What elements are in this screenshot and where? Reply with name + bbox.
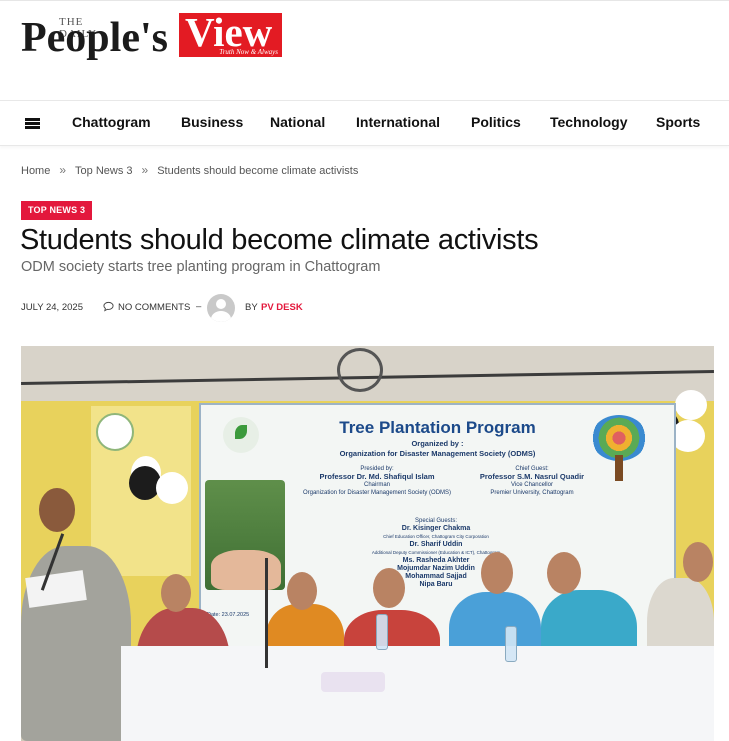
author-avatar[interactable]	[207, 294, 235, 322]
photo-fan	[337, 348, 383, 392]
photo-guest-head	[373, 568, 405, 608]
nav-item-business[interactable]: Business	[181, 114, 243, 130]
banner-chief-role: Vice Chancellor	[511, 482, 553, 488]
photo-guest-head	[161, 574, 191, 612]
nav-item-international[interactable]: International	[356, 114, 440, 130]
author-link[interactable]: PV DESK	[261, 302, 303, 313]
breadcrumb-current: Students should become climate activists	[157, 165, 359, 177]
author-by-label: BY	[245, 302, 258, 313]
meta-separator: –	[196, 301, 202, 312]
photo-water-bottle	[505, 626, 517, 662]
featured-image: Tree Plantation Program Organized by : O…	[21, 346, 714, 741]
breadcrumb-category[interactable]: Top News 3	[75, 165, 132, 177]
banner-chief-guest: Chief Guest: Professor S.M. Nasrul Quadi…	[457, 465, 607, 497]
banner-organized: Organized by : Organization for Disaster…	[201, 439, 674, 459]
photo-guest-head	[683, 542, 713, 582]
nav-item-sports[interactable]: Sports	[656, 114, 700, 130]
main-nav: Chattogram Business National Internation…	[0, 100, 729, 146]
nav-item-politics[interactable]: Politics	[471, 114, 521, 130]
banner-organized-label: Organized by :	[411, 439, 464, 448]
comments-link[interactable]: NO COMMENTS	[118, 302, 190, 313]
photo-banner-hands	[211, 550, 281, 590]
photo-table-microphone	[265, 558, 268, 668]
breadcrumb-home[interactable]: Home	[21, 165, 50, 177]
banner-guest: Dr. Kisinger Chakma	[401, 525, 471, 532]
site-header: THE DAILY People's View Truth Now & Alwa…	[0, 0, 729, 101]
logo-accent-box: View Truth Now & Always	[179, 10, 282, 57]
article-title: Students should become climate activists	[20, 224, 539, 256]
nav-item-chattogram[interactable]: Chattogram	[72, 114, 151, 130]
banner-title: Tree Plantation Program	[339, 418, 536, 437]
photo-balloon	[675, 390, 707, 420]
photo-balloon	[156, 472, 188, 504]
photo-guest-head	[547, 552, 581, 594]
banner-chief-org: Premier University, Chattogram	[490, 490, 574, 496]
logo-name: People's	[21, 15, 168, 61]
banner-presided-org: Organization for Disaster Management Soc…	[302, 490, 452, 496]
banner-guest-role: Chief Education Officer, Chattogram City…	[383, 534, 489, 539]
banner-chief-name: Professor S.M. Nasrul Quadir	[479, 472, 585, 481]
category-badge[interactable]: TOP NEWS 3	[21, 201, 93, 220]
banner-presided-name: Professor Dr. Md. Shafiqul Islam	[319, 472, 435, 481]
breadcrumb-separator: »	[59, 163, 67, 177]
photo-table	[121, 646, 714, 741]
article-date: JULY 24, 2025	[21, 302, 83, 313]
comment-icon[interactable]	[103, 301, 114, 312]
nav-item-technology[interactable]: Technology	[550, 114, 628, 130]
logo-tagline: Truth Now & Always	[219, 48, 278, 56]
photo-water-bottle	[376, 614, 388, 650]
banner-presided: Presided by: Professor Dr. Md. Shafiqul …	[297, 465, 457, 497]
banner-organizer: Organization for Disaster Management Soc…	[339, 449, 536, 458]
photo-guest-head	[481, 552, 513, 594]
banner-guest: Dr. Sharif Uddin	[409, 541, 463, 548]
photo-flower-basket	[321, 672, 385, 692]
nav-item-national[interactable]: National	[270, 114, 325, 130]
photo-speaker-head	[39, 488, 75, 532]
banner-presided-role: Chairman	[363, 482, 390, 488]
photo-wall-clock	[96, 413, 134, 451]
breadcrumb: Home » Top News 3 » Students should become c…	[21, 163, 358, 177]
hamburger-icon[interactable]	[25, 118, 40, 129]
breadcrumb-separator: »	[141, 163, 149, 177]
photo-guest-head	[287, 572, 317, 610]
photo-balloon	[671, 420, 705, 452]
banner-special-label: Special Guests:	[414, 518, 458, 524]
article-subtitle: ODM society starts tree planting program…	[21, 259, 381, 275]
